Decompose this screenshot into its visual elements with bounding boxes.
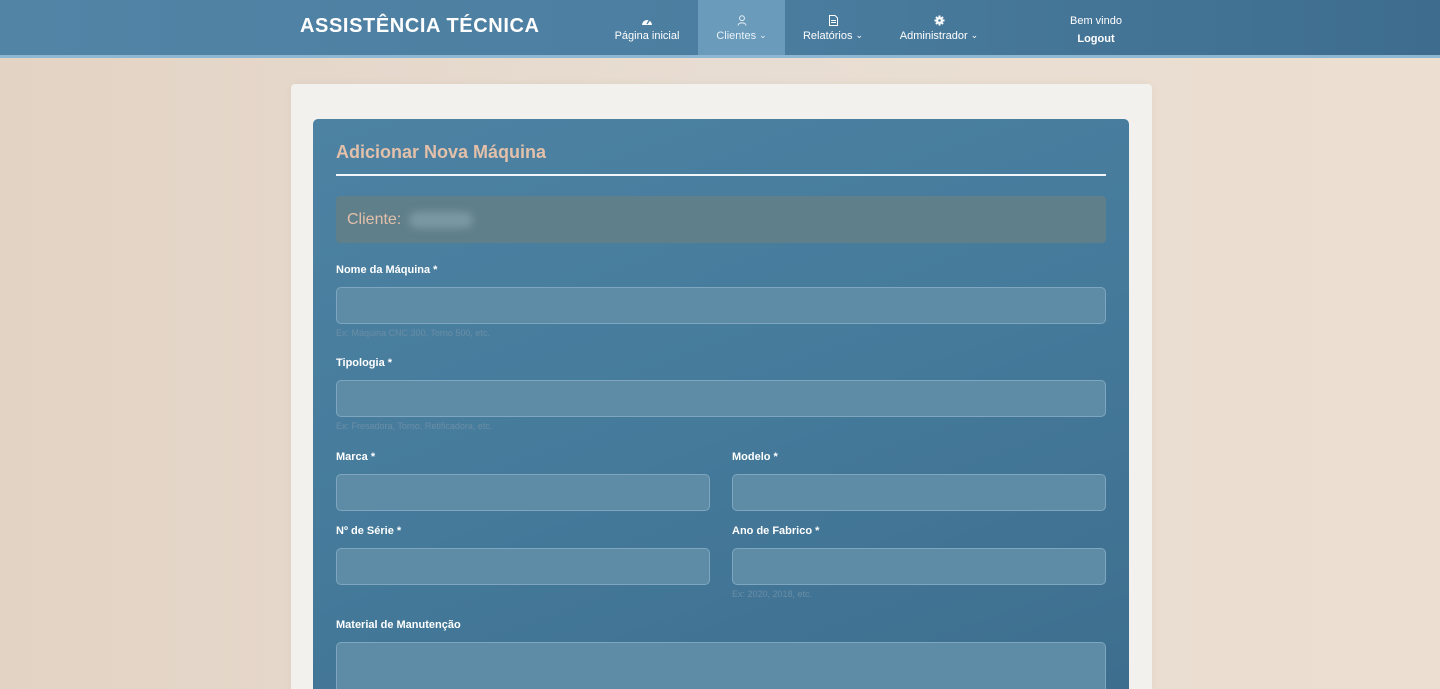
form-title: Adicionar Nova Máquina — [336, 142, 547, 162]
nav-reports[interactable]: Relatórios ⌄ — [795, 0, 871, 55]
add-machine-form: Adicionar Nova Máquina Cliente: Nome da … — [313, 119, 1129, 689]
nav-home[interactable]: Página inicial — [603, 0, 691, 55]
document-icon — [828, 14, 838, 28]
chevron-down-icon: ⌄ — [855, 30, 864, 40]
nav-admin-label: Administrador — [899, 29, 968, 42]
chevron-down-icon: ⌄ — [759, 30, 767, 40]
nav-clients-label: Clientes — [716, 29, 757, 42]
serial-label: Nº de Série * — [336, 525, 402, 537]
typology-label: Tipologia * — [336, 357, 393, 369]
year-label: Ano de Fabrico * — [732, 525, 820, 537]
brand-input[interactable] — [336, 474, 710, 511]
nav-clients[interactable]: Clientes ⌄ — [698, 0, 785, 55]
user-icon — [737, 14, 747, 28]
model-input[interactable] — [732, 474, 1106, 511]
machine-name-label: Nome da Máquina * — [336, 264, 438, 276]
brand-title[interactable]: ASSISTÊNCIA TÉCNICA — [300, 15, 540, 38]
title-divider — [336, 174, 1106, 176]
serial-input[interactable] — [336, 548, 710, 585]
client-info-box: Cliente: — [336, 196, 1106, 243]
logout-link[interactable]: Logout — [1056, 30, 1136, 48]
typology-help: Ex: Fresadora, Torno, Retificadora, etc. — [336, 421, 493, 431]
year-help: Ex: 2020, 2018, etc. — [732, 589, 813, 599]
client-name-redacted — [409, 211, 474, 228]
typology-input[interactable] — [336, 380, 1106, 417]
nav-admin[interactable]: Administrador ⌄ — [893, 0, 985, 55]
model-label: Modelo * — [732, 451, 778, 463]
client-label: Cliente: — [347, 210, 402, 228]
chevron-down-icon: ⌄ — [970, 30, 979, 40]
year-input[interactable] — [732, 548, 1106, 585]
welcome-text: Bem vindo — [1070, 15, 1122, 27]
top-navbar: ASSISTÊNCIA TÉCNICA Página inicial Clien… — [0, 0, 1440, 58]
maintenance-label: Material de Manutenção — [336, 619, 461, 631]
nav-home-label: Página inicial — [614, 29, 680, 42]
nav-reports-label: Relatórios — [802, 29, 853, 42]
maintenance-textarea[interactable] — [336, 642, 1106, 689]
gear-icon — [934, 14, 945, 28]
gauge-icon — [641, 14, 653, 28]
machine-name-input[interactable] — [336, 287, 1106, 324]
brand-label: Marca * — [336, 451, 376, 463]
machine-name-help: Ex: Máquina CNC 300, Torno 500, etc. — [336, 328, 490, 338]
user-menu: Bem vindo Logout — [1056, 12, 1136, 48]
